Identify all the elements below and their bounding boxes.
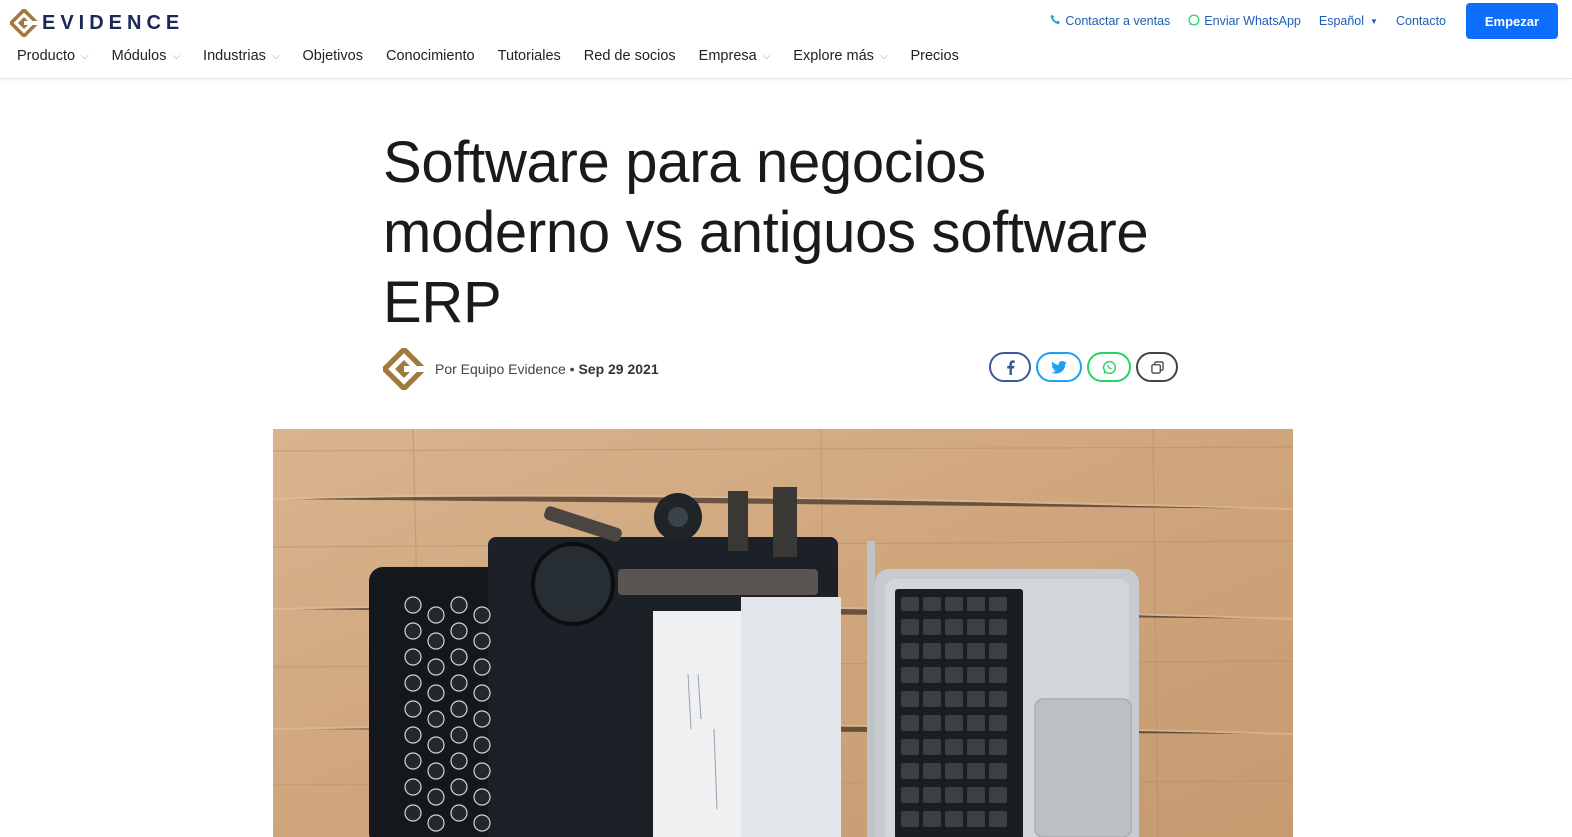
- facebook-icon: [1006, 359, 1015, 375]
- contact-sales-link[interactable]: Contactar a ventas: [1050, 14, 1170, 28]
- nav-item-objetivos[interactable]: Objetivos: [303, 48, 363, 64]
- phone-icon: [1050, 14, 1061, 28]
- nav-item-empresa[interactable]: Empresa ⌵: [699, 48, 771, 64]
- brand-name: EVIDENCE: [42, 11, 185, 34]
- brand-logo[interactable]: EVIDENCE: [10, 8, 184, 38]
- article-title: Software para negocios moderno vs antigu…: [383, 130, 1149, 335]
- whatsapp-link[interactable]: Enviar WhatsApp: [1188, 14, 1301, 29]
- article-byline: Por Equipo Evidence • Sep 29 2021: [383, 348, 659, 390]
- start-button[interactable]: Empezar: [1466, 3, 1558, 39]
- copy-link-button[interactable]: [1136, 352, 1178, 382]
- share-twitter-button[interactable]: [1036, 352, 1082, 382]
- author-name[interactable]: Por Equipo Evidence: [435, 361, 566, 377]
- chevron-down-icon: ⌵: [879, 50, 888, 62]
- top-utility-bar: Contactar a ventas Enviar WhatsApp Españ…: [1050, 3, 1558, 39]
- evidence-logo-icon: [10, 9, 38, 37]
- author-avatar: [383, 348, 425, 390]
- nav-item-red-de-socios[interactable]: Red de socios: [584, 48, 676, 64]
- chevron-down-icon: ⌵: [762, 50, 771, 62]
- article-hero-image: [273, 429, 1293, 837]
- nav-item-conocimiento[interactable]: Conocimiento: [386, 48, 475, 64]
- share-whatsapp-button[interactable]: [1087, 352, 1131, 382]
- caret-down-icon: ▼: [1370, 16, 1378, 26]
- main-nav: Producto ⌵ Módulos ⌵ Industrias ⌵ Objetivos…: [17, 48, 982, 64]
- nav-item-explore-mas[interactable]: Explore más ⌵: [793, 48, 887, 64]
- byline-separator: •: [569, 361, 575, 377]
- contact-link[interactable]: Contacto: [1396, 14, 1446, 28]
- nav-item-modulos[interactable]: Módulos ⌵: [112, 48, 180, 64]
- nav-item-precios[interactable]: Precios: [910, 48, 958, 64]
- nav-item-producto[interactable]: Producto ⌵: [17, 48, 89, 64]
- language-selector[interactable]: Español ▼: [1319, 14, 1378, 28]
- chevron-down-icon: ⌵: [172, 50, 181, 62]
- chevron-down-icon: ⌵: [271, 50, 280, 62]
- chevron-down-icon: ⌵: [81, 50, 89, 62]
- share-facebook-button[interactable]: [989, 352, 1031, 382]
- site-header: EVIDENCE Contactar a ventas Enviar Whats…: [0, 0, 1572, 79]
- publish-date: Sep 29 2021: [578, 361, 659, 377]
- whatsapp-icon: [1188, 14, 1200, 29]
- whatsapp-icon: [1102, 360, 1116, 374]
- twitter-icon: [1051, 360, 1067, 374]
- copy-link-icon: [1150, 360, 1164, 374]
- nav-item-industrias[interactable]: Industrias ⌵: [203, 48, 279, 64]
- share-buttons: [989, 352, 1178, 382]
- nav-item-tutoriales[interactable]: Tutoriales: [498, 48, 561, 64]
- typewriter-and-laptop-illustration: [273, 429, 1293, 837]
